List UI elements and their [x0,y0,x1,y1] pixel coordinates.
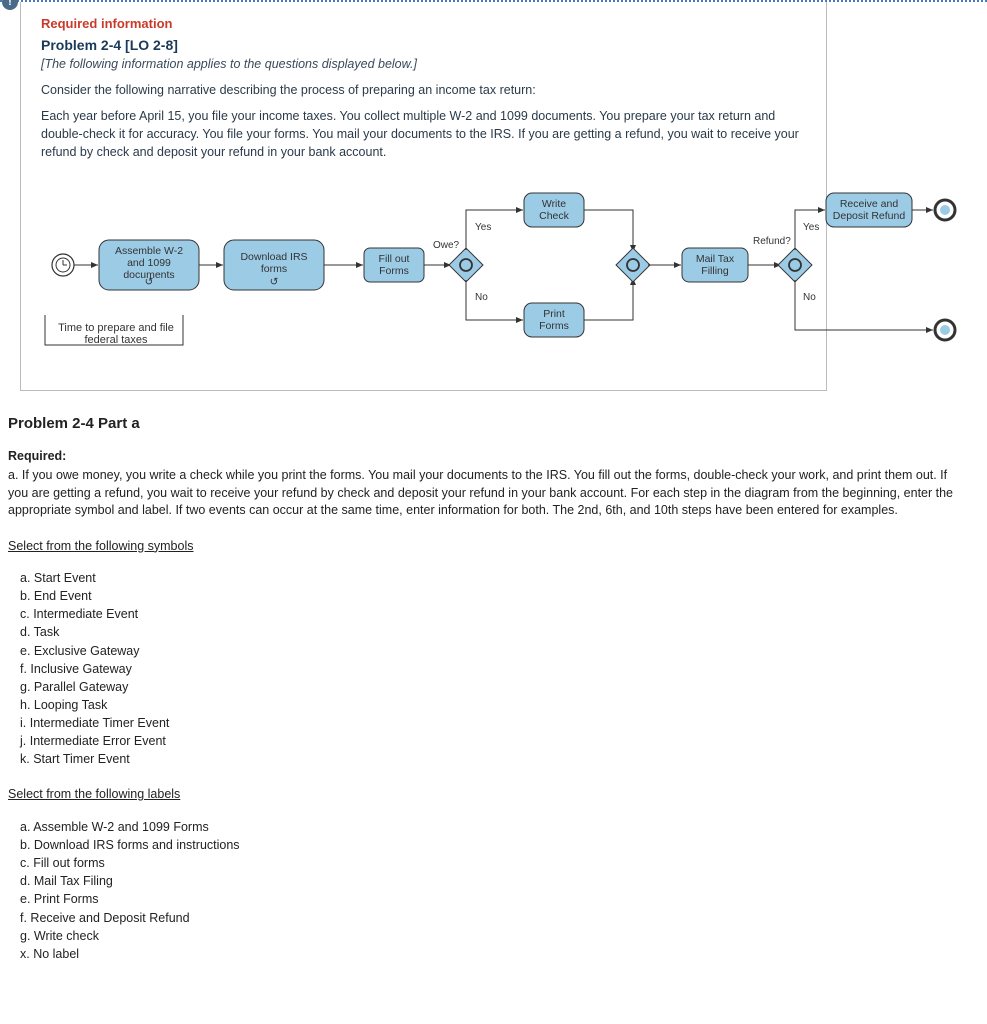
svg-text:Deposit Refund: Deposit Refund [833,210,906,222]
symbols-list: a. Start Eventb. End Eventc. Intermediat… [20,569,967,768]
required-info-panel: Required information Problem 2-4 [LO 2-8… [20,2,827,391]
svg-text:Check: Check [539,210,570,222]
labels-list: a. Assemble W-2 and 1099 Formsb. Downloa… [20,818,967,963]
svg-text:Fill out: Fill out [379,253,410,265]
required-label: Required: [8,448,967,466]
part-heading: Problem 2-4 Part a [8,415,987,432]
gateway-refund-label: Refund? [753,236,791,247]
problem-title: Problem 2-4 [LO 2-8] [41,37,806,53]
label-option: x. No label [20,945,967,963]
svg-text:Forms: Forms [379,265,409,277]
gateway-refund: Refund? [753,236,812,282]
edge-owe-no: No [475,292,488,303]
symbol-option: i. Intermediate Timer Event [20,714,967,732]
task-mail-tax: Mail Tax Filling [682,248,748,282]
svg-text:Filling: Filling [701,265,729,277]
task-print-forms: Print Forms [524,303,584,337]
page-top-divider: ! [0,0,987,2]
narrative-body: Each year before April 15, you file your… [41,107,806,161]
symbols-heading: Select from the following symbols [8,538,967,556]
label-option: e. Print Forms [20,890,967,908]
gateway-owe: Owe? [433,240,483,282]
label-option: f. Receive and Deposit Refund [20,909,967,927]
symbol-option: b. End Event [20,587,967,605]
task-receive-refund: Receive and Deposit Refund [826,193,912,227]
symbol-option: h. Looping Task [20,696,967,714]
symbol-option: g. Parallel Gateway [20,678,967,696]
required-section: Required: a. If you owe money, you write… [8,448,967,963]
label-option: a. Assemble W-2 and 1099 Forms [20,818,967,836]
edge-refund-no: No [803,292,816,303]
task-write-check: Write Check [524,193,584,227]
bpmn-diagram: Assemble W-2and 1099documents ↺ Download… [23,170,963,370]
required-text: a. If you owe money, you write a check w… [8,467,967,520]
task-download: Download IRSforms ↺ [224,240,324,290]
svg-text:Mail Tax: Mail Tax [696,253,735,265]
label-option: g. Write check [20,927,967,945]
lane-label: Time to prepare and file federal taxes [51,322,181,346]
required-info-heading: Required information [41,16,806,31]
end-event-1 [935,200,955,220]
task-fillout: Fill out Forms [364,248,424,282]
labels-heading: Select from the following labels [8,786,967,804]
symbol-option: j. Intermediate Error Event [20,732,967,750]
svg-text:Forms: Forms [539,320,569,332]
svg-text:↺: ↺ [270,276,279,288]
task-assemble: Assemble W-2and 1099documents ↺ [99,240,199,290]
symbol-option: k. Start Timer Event [20,750,967,768]
label-option: c. Fill out forms [20,854,967,872]
svg-text:↺: ↺ [145,276,154,288]
symbol-option: a. Start Event [20,569,967,587]
edge-refund-yes: Yes [803,222,819,233]
label-option: d. Mail Tax Filing [20,872,967,890]
svg-text:Write: Write [542,198,566,210]
edge-owe-yes: Yes [475,222,491,233]
svg-text:Print: Print [543,308,565,320]
gateway-owe-label: Owe? [433,240,460,251]
symbol-option: c. Intermediate Event [20,605,967,623]
label-option: b. Download IRS forms and instructions [20,836,967,854]
narrative-intro: Consider the following narrative describ… [41,81,806,99]
symbol-option: d. Task [20,623,967,641]
symbol-option: f. Inclusive Gateway [20,660,967,678]
svg-text:Receive and: Receive and [840,198,899,210]
end-event-2 [935,320,955,340]
symbol-option: e. Exclusive Gateway [20,642,967,660]
alert-icon: ! [2,0,18,10]
applies-note: [The following information applies to th… [41,57,806,71]
gateway-merge [616,248,650,282]
start-timer-event [52,254,74,276]
